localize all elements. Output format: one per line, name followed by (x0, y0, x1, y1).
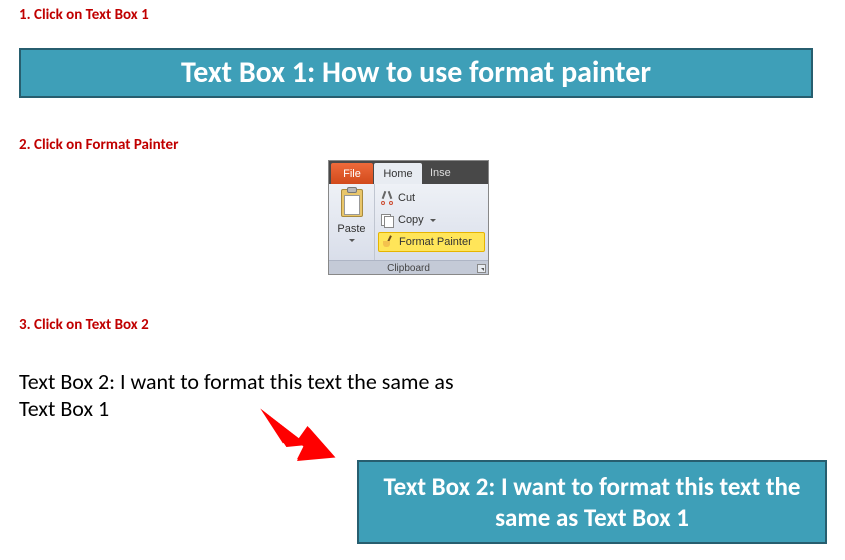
tab-home[interactable]: Home (374, 163, 422, 184)
cut-label: Cut (398, 192, 415, 204)
cut-button[interactable]: Cut (378, 188, 485, 208)
clipboard-commands: Cut Copy Format Painter (375, 184, 488, 260)
ribbon-body: Paste Cut Copy Format Painter (329, 184, 488, 261)
chevron-down-icon (430, 219, 436, 222)
step-1-label: 1. Click on Text Box 1 (19, 6, 149, 24)
dialog-launcher-icon[interactable] (477, 264, 486, 273)
paste-button[interactable]: Paste (329, 184, 375, 260)
text-box-2-before[interactable]: Text Box 2: I want to format this text t… (19, 368, 479, 422)
format-painter-button[interactable]: Format Painter (378, 232, 485, 252)
ribbon-group-label: Clipboard (329, 261, 488, 275)
step-2-label: 2. Click on Format Painter (19, 136, 178, 154)
tab-insert[interactable]: Inse (422, 161, 488, 184)
format-painter-label: Format Painter (399, 236, 472, 248)
text-box-2-after[interactable]: Text Box 2: I want to format this text t… (357, 460, 827, 544)
copy-label: Copy (398, 214, 424, 226)
clipboard-group-text: Clipboard (387, 263, 430, 274)
ribbon-tab-strip: File Home Inse (329, 161, 488, 184)
paste-dropdown-icon[interactable] (349, 239, 355, 242)
paintbrush-icon (381, 235, 395, 249)
tab-file[interactable]: File (331, 163, 373, 184)
paste-icon (338, 187, 366, 221)
scissors-icon (380, 191, 394, 205)
copy-button[interactable]: Copy (378, 210, 485, 230)
text-box-1[interactable]: Text Box 1: How to use format painter (19, 48, 813, 98)
step-3-label: 3. Click on Text Box 2 (19, 316, 149, 334)
copy-icon (380, 213, 394, 227)
red-arrow-icon (252, 405, 342, 475)
paste-label: Paste (337, 223, 365, 235)
ribbon-clipboard-screenshot: File Home Inse Paste Cut Copy (328, 160, 489, 275)
